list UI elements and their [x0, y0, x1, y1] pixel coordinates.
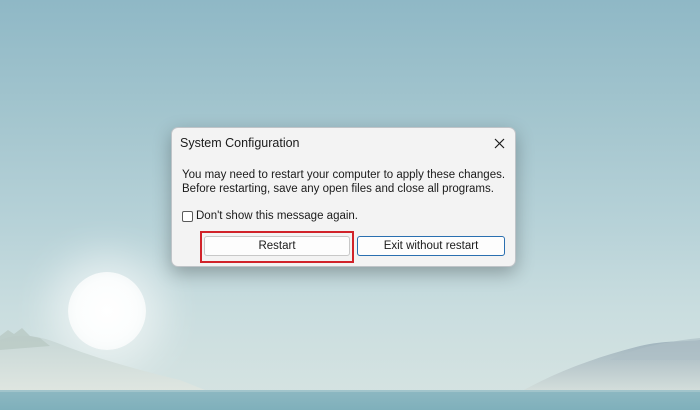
close-icon: [494, 138, 504, 148]
dialog-message: You may need to restart your computer to…: [182, 168, 505, 196]
dont-show-again-label: Don't show this message again.: [196, 210, 359, 222]
dialog-titlebar[interactable]: System Configuration: [172, 128, 515, 158]
message-line-2: Before restarting, save any open files a…: [182, 183, 494, 195]
message-line-1: You may need to restart your computer to…: [182, 169, 506, 181]
system-configuration-dialog: System Configuration You may need to res…: [171, 127, 516, 267]
dialog-title: System Configuration: [180, 136, 300, 150]
dont-show-again-option[interactable]: Don't show this message again.: [182, 210, 358, 222]
close-button[interactable]: [487, 131, 511, 155]
exit-without-restart-button[interactable]: Exit without restart: [357, 236, 505, 256]
dont-show-again-checkbox[interactable]: [182, 210, 193, 222]
restart-button[interactable]: Restart: [204, 236, 350, 256]
